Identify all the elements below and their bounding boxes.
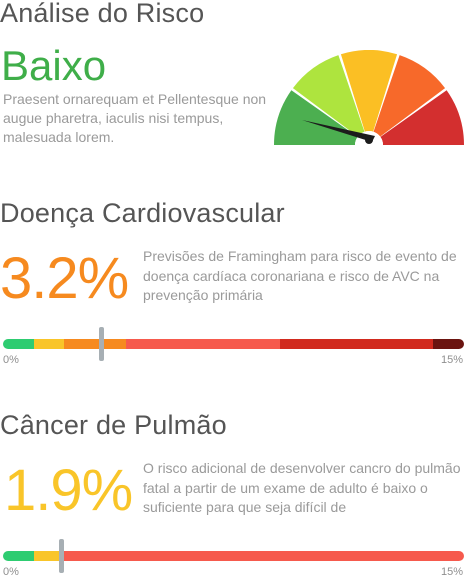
- bar-segment: [279, 339, 434, 349]
- lung-risk-bar: [3, 551, 464, 561]
- bar-segment: [3, 551, 34, 561]
- lung-description: O risco adicional de desenvolver cancro …: [143, 460, 461, 515]
- lung-scale-min: 0%: [3, 566, 19, 578]
- bar-segment: [433, 339, 464, 349]
- risk-level: Baixo: [1, 42, 107, 89]
- cardio-risk-marker: [99, 327, 105, 361]
- bar-segment: [64, 551, 464, 561]
- cardio-title: Doença Cardiovascular: [0, 198, 285, 228]
- cardio-scale-min: 0%: [3, 354, 19, 366]
- cardio-risk-bar: [3, 339, 464, 349]
- lung-title: Câncer de Pulmão: [0, 410, 227, 440]
- risk-gauge: [274, 50, 464, 150]
- lung-risk-value: 1.9%: [4, 458, 133, 523]
- bar-segment: [3, 339, 34, 349]
- lung-scale-max: 15%: [440, 566, 463, 578]
- cardio-description: Previsões de Framingham para risco de ev…: [143, 248, 457, 303]
- bar-segment: [33, 339, 65, 349]
- risk-analysis-title: Análise do Risco: [0, 0, 205, 28]
- bar-segment: [64, 339, 126, 349]
- cardio-scale-max: 15%: [440, 354, 463, 366]
- bar-segment: [125, 339, 280, 349]
- risk-description: Praesent ornarequam et Pellentesque non …: [3, 91, 267, 145]
- cardio-risk-value: 3.2%: [0, 246, 129, 311]
- lung-risk-marker: [59, 539, 65, 573]
